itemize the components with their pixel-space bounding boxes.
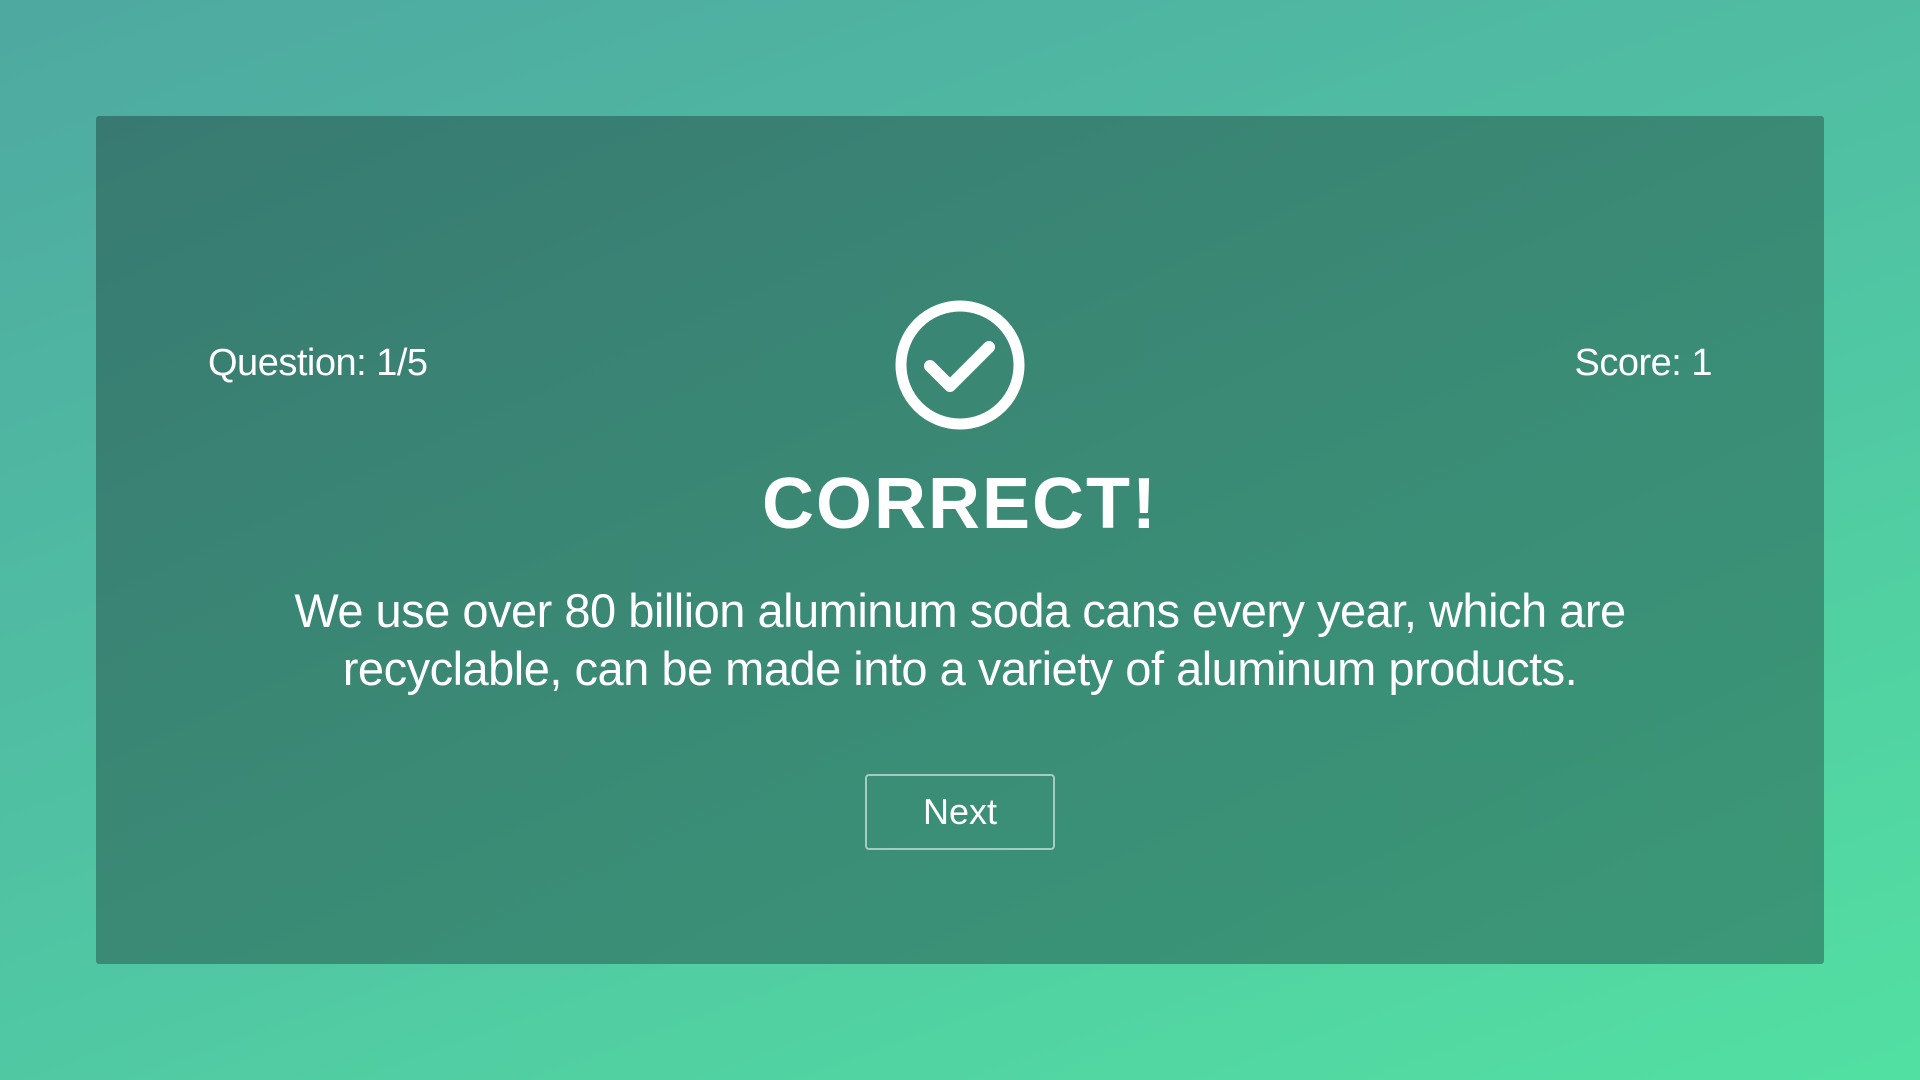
question-counter: Question: 1/5: [208, 342, 428, 384]
score-counter: Score: 1: [1574, 342, 1712, 384]
quiz-card: Question: 1/5 Score: 1 CORRECT! We use o…: [96, 116, 1824, 964]
result-explanation: We use over 80 billion aluminum soda can…: [294, 584, 1626, 695]
next-button[interactable]: Next: [865, 774, 1055, 850]
check-circle-icon: [895, 300, 1025, 430]
result-title: CORRECT!: [762, 464, 1158, 544]
